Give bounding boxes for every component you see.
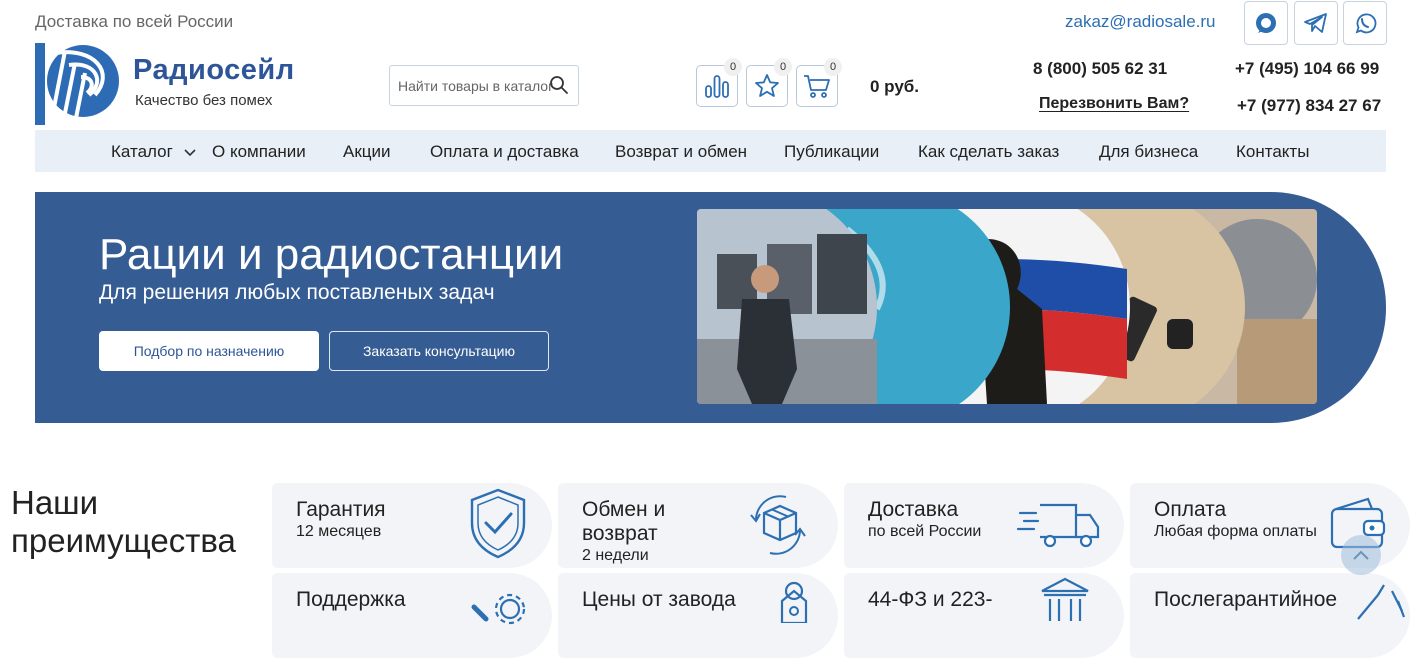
advantages-title-line2: преимущества bbox=[11, 522, 236, 559]
card-title: Доставка bbox=[868, 498, 959, 521]
nav-catalog[interactable]: Каталог bbox=[111, 142, 196, 162]
selection-by-purpose-button[interactable]: Подбор по назначению bbox=[99, 331, 319, 371]
box-exchange-icon bbox=[750, 495, 806, 555]
phone-mobile[interactable]: +7 (977) 834 27 67 bbox=[1237, 96, 1381, 116]
nav-business[interactable]: Для бизнеса bbox=[1099, 142, 1198, 162]
advantage-card-delivery[interactable]: Доставка по всей России bbox=[844, 483, 1124, 568]
nav-promotions[interactable]: Акции bbox=[343, 142, 391, 162]
star-icon bbox=[755, 74, 779, 97]
phone-toll-free[interactable]: 8 (800) 505 62 31 bbox=[1033, 59, 1167, 79]
shield-check-icon bbox=[470, 488, 526, 559]
nav-contacts[interactable]: Контакты bbox=[1236, 142, 1309, 162]
search-input[interactable] bbox=[396, 77, 555, 95]
chevron-down-icon bbox=[183, 148, 196, 156]
hero-subtitle: Для решения любых поставленых задач bbox=[99, 281, 495, 304]
whatsapp-icon bbox=[1355, 13, 1377, 34]
nav-publications[interactable]: Публикации bbox=[784, 142, 879, 162]
hero-banner: Рации и радиостанции Для решения любых п… bbox=[35, 192, 1386, 423]
cart-icon bbox=[804, 75, 830, 98]
delivery-info: Доставка по всей России bbox=[35, 12, 234, 31]
email-link[interactable]: zakaz@radiosale.ru bbox=[1065, 12, 1216, 32]
cart-total: 0 руб. bbox=[870, 77, 920, 96]
callback-link[interactable]: Перезвонить Вам? bbox=[1039, 95, 1189, 113]
search-box[interactable] bbox=[389, 65, 579, 106]
price-tag-icon bbox=[780, 581, 808, 623]
logo-icon[interactable] bbox=[35, 43, 119, 125]
chevron-up-icon bbox=[1353, 550, 1369, 560]
telegram-button[interactable] bbox=[1294, 1, 1338, 45]
hero-photo-collage bbox=[697, 209, 1317, 404]
advantages-title-line1: Наши bbox=[11, 484, 99, 521]
card-title: 44-ФЗ и 223- bbox=[868, 588, 993, 611]
max-messenger-button[interactable] bbox=[1244, 1, 1288, 45]
card-title: Гарантия bbox=[296, 498, 386, 521]
card-subtitle: по всей России bbox=[868, 523, 982, 540]
favorites-count-badge: 0 bbox=[774, 58, 792, 76]
cart-count-badge: 0 bbox=[824, 58, 842, 76]
nav-payment-delivery[interactable]: Оплата и доставка bbox=[430, 142, 579, 162]
card-subtitle: Любая форма оплаты bbox=[1154, 523, 1317, 540]
card-title: Цены от завода bbox=[582, 588, 736, 611]
truck-icon bbox=[1016, 503, 1100, 548]
card-title: Оплата bbox=[1154, 498, 1227, 521]
card-title: Обмен и возврат bbox=[582, 498, 665, 546]
government-building-icon bbox=[1041, 577, 1089, 621]
search-icon[interactable] bbox=[549, 75, 569, 95]
telegram-icon bbox=[1304, 13, 1327, 33]
compare-count-badge: 0 bbox=[724, 58, 742, 76]
nav-catalog-label: Каталог bbox=[111, 142, 173, 161]
card-title-line2: возврат bbox=[582, 522, 658, 545]
nav-how-to-order[interactable]: Как сделать заказ bbox=[918, 142, 1059, 162]
advantages-title: Наши преимущества bbox=[11, 484, 236, 560]
advantage-card-factory-prices[interactable]: Цены от завода bbox=[558, 573, 838, 658]
chat-bubble-icon bbox=[1256, 13, 1276, 33]
order-consultation-button[interactable]: Заказать консультацию bbox=[329, 331, 549, 371]
card-subtitle: 2 недели bbox=[582, 547, 649, 564]
card-title-line1: Обмен и bbox=[582, 498, 666, 521]
advantage-card-post-warranty[interactable]: Послегарантийное bbox=[1130, 573, 1410, 658]
main-nav: Каталог О компании Акции Оплата и достав… bbox=[35, 130, 1386, 172]
brand-tagline: Качество без помех bbox=[135, 92, 273, 109]
card-subtitle: 12 месяцев bbox=[296, 523, 382, 540]
advantage-card-exchange[interactable]: Обмен и возврат 2 недели bbox=[558, 483, 838, 568]
wrench-icon bbox=[1357, 584, 1406, 620]
hero-title: Рации и радиостанции bbox=[99, 230, 564, 279]
compare-chart-icon bbox=[705, 75, 729, 98]
scroll-to-top-button[interactable] bbox=[1341, 535, 1381, 575]
advantage-card-support[interactable]: Поддержка bbox=[272, 573, 552, 658]
brand-name[interactable]: Радиосейл bbox=[133, 54, 295, 87]
tools-gear-icon bbox=[471, 593, 526, 625]
card-title: Послегарантийное bbox=[1154, 588, 1338, 611]
nav-returns[interactable]: Возврат и обмен bbox=[615, 142, 747, 162]
phone-moscow[interactable]: +7 (495) 104 66 99 bbox=[1235, 59, 1379, 79]
card-title: Поддержка bbox=[296, 588, 406, 611]
advantage-card-tenders[interactable]: 44-ФЗ и 223- bbox=[844, 573, 1124, 658]
whatsapp-button[interactable] bbox=[1343, 1, 1387, 45]
advantage-card-warranty[interactable]: Гарантия 12 месяцев bbox=[272, 483, 552, 568]
nav-about[interactable]: О компании bbox=[212, 142, 306, 162]
